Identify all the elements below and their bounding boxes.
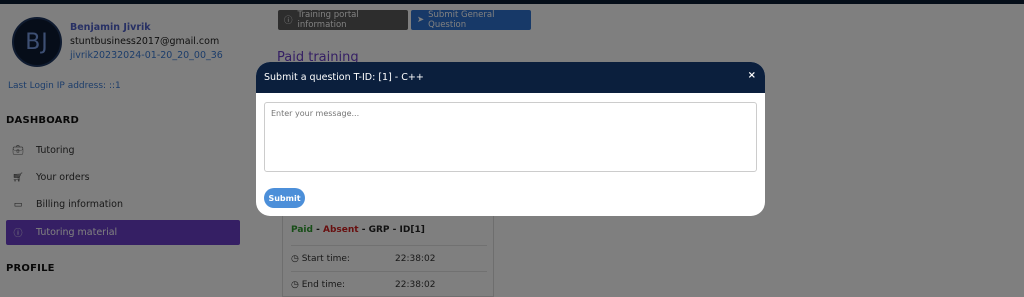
close-icon[interactable]: × [748,70,756,81]
submit-button[interactable]: Submit [264,188,305,208]
message-input[interactable] [264,102,757,172]
question-modal: Submit a question T-ID: [1] - C++ × Subm… [256,62,765,216]
modal-title: Submit a question T-ID: [1] - C++ [264,72,424,83]
modal-header: Submit a question T-ID: [1] - C++ × [256,62,765,93]
